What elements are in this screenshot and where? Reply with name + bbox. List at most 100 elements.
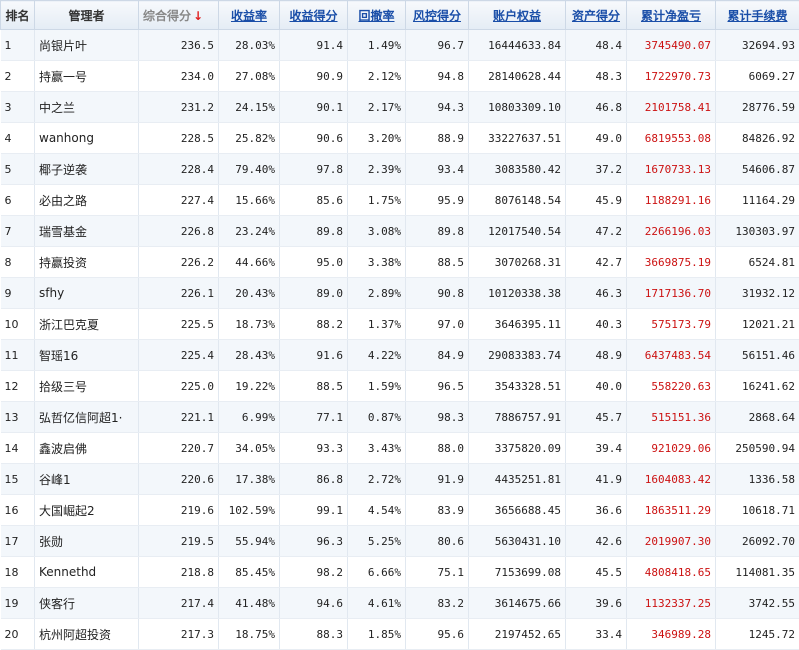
sort-return-rate-link[interactable]: 收益率 (231, 9, 267, 23)
drawdown-cell: 3.08% (348, 216, 406, 247)
net-pnl-cell: 1863511.29 (627, 495, 716, 526)
return-rate-cell: 85.45% (219, 557, 280, 588)
return-score-cell: 85.6 (280, 185, 348, 216)
header-return-score[interactable]: 收益得分 (280, 1, 348, 30)
drawdown-cell: 2.39% (348, 154, 406, 185)
return-rate-cell: 25.82% (219, 123, 280, 154)
return-rate-cell: 55.94% (219, 526, 280, 557)
manager-link[interactable]: 杭州阿超投资 (39, 628, 111, 642)
header-net-pnl[interactable]: 累计净盈亏 (627, 1, 716, 30)
asset-score-cell: 39.4 (566, 433, 627, 464)
header-return-rate[interactable]: 收益率 (219, 1, 280, 30)
manager-link[interactable]: 瑞雪基金 (39, 225, 87, 239)
manager-link[interactable]: 持赢投资 (39, 256, 87, 270)
drawdown-cell: 1.37% (348, 309, 406, 340)
return-score-cell: 99.1 (280, 495, 348, 526)
sort-drawdown-link[interactable]: 回撤率 (358, 9, 394, 23)
manager-link[interactable]: 弘哲亿信阿超1· (39, 411, 122, 425)
manager-cell: 谷峰1 (35, 464, 139, 495)
header-score-label: 综合得分 (143, 9, 191, 23)
rank-cell: 6 (1, 185, 35, 216)
manager-link[interactable]: 谷峰1 (39, 473, 71, 487)
manager-link[interactable]: 大国崛起2 (39, 504, 95, 518)
header-fees[interactable]: 累计手续费 (716, 1, 799, 30)
header-score[interactable]: 综合得分↓ (139, 1, 219, 30)
manager-cell: 瑞雪基金 (35, 216, 139, 247)
header-equity[interactable]: 账户权益 (469, 1, 566, 30)
manager-link[interactable]: Kennethd (39, 565, 96, 579)
manager-cell: 智瑶16 (35, 340, 139, 371)
manager-link[interactable]: sfhy (39, 286, 64, 300)
manager-link[interactable]: 鑫波启佛 (39, 442, 87, 456)
rank-cell: 3 (1, 92, 35, 123)
table-row: 5椰子逆袭228.479.40%97.82.39%93.43083580.423… (1, 154, 799, 185)
manager-link[interactable]: 浙江巴克夏 (39, 318, 99, 332)
table-row: 3中之兰231.224.15%90.12.17%94.310803309.104… (1, 92, 799, 123)
manager-link[interactable]: 椰子逆袭 (39, 163, 87, 177)
manager-link[interactable]: 尚银片叶 (39, 39, 87, 53)
risk-score-cell: 98.3 (406, 402, 469, 433)
fees-cell: 2868.64 (716, 402, 799, 433)
risk-score-cell: 94.8 (406, 61, 469, 92)
net-pnl-cell: 4808418.65 (627, 557, 716, 588)
drawdown-cell: 1.49% (348, 30, 406, 61)
table-row: 4wanhong228.525.82%90.63.20%88.933227637… (1, 123, 799, 154)
fees-cell: 114081.35 (716, 557, 799, 588)
manager-cell: 持赢一号 (35, 61, 139, 92)
return-rate-cell: 102.59% (219, 495, 280, 526)
sort-net-pnl-link[interactable]: 累计净盈亏 (641, 9, 701, 23)
manager-link[interactable]: 侠客行 (39, 597, 75, 611)
rank-cell: 5 (1, 154, 35, 185)
manager-link[interactable]: 拾级三号 (39, 380, 87, 394)
manager-link[interactable]: 中之兰 (39, 101, 75, 115)
asset-score-cell: 48.4 (566, 30, 627, 61)
net-pnl-cell: 575173.79 (627, 309, 716, 340)
return-rate-cell: 28.03% (219, 30, 280, 61)
sort-return-score-link[interactable]: 收益得分 (289, 9, 337, 23)
net-pnl-cell: 1604083.42 (627, 464, 716, 495)
sort-asset-score-link[interactable]: 资产得分 (572, 9, 620, 23)
equity-cell: 10803309.10 (469, 92, 566, 123)
rank-cell: 13 (1, 402, 35, 433)
manager-link[interactable]: wanhong (39, 131, 94, 145)
manager-link[interactable]: 智瑶16 (39, 349, 78, 363)
table-row: 6必由之路227.415.66%85.61.75%95.98076148.544… (1, 185, 799, 216)
score-cell: 225.4 (139, 340, 219, 371)
return-score-cell: 86.8 (280, 464, 348, 495)
fees-cell: 1336.58 (716, 464, 799, 495)
score-cell: 217.4 (139, 588, 219, 619)
equity-cell: 3070268.31 (469, 247, 566, 278)
asset-score-cell: 47.2 (566, 216, 627, 247)
sort-fees-link[interactable]: 累计手续费 (727, 9, 787, 23)
sort-risk-score-link[interactable]: 风控得分 (413, 9, 461, 23)
table-row: 12拾级三号225.019.22%88.51.59%96.53543328.51… (1, 371, 799, 402)
header-risk-score[interactable]: 风控得分 (406, 1, 469, 30)
net-pnl-cell: 1670733.13 (627, 154, 716, 185)
header-row: 排名 管理者 综合得分↓ 收益率 收益得分 回撤率 风控得分 账户权益 资产得分… (1, 1, 799, 30)
net-pnl-cell: 3669875.19 (627, 247, 716, 278)
manager-link[interactable]: 持赢一号 (39, 70, 87, 84)
equity-cell: 12017540.54 (469, 216, 566, 247)
manager-link[interactable]: 张勋 (39, 535, 63, 549)
net-pnl-cell: 1722970.73 (627, 61, 716, 92)
risk-score-cell: 88.5 (406, 247, 469, 278)
rank-cell: 8 (1, 247, 35, 278)
equity-cell: 3646395.11 (469, 309, 566, 340)
risk-score-cell: 89.8 (406, 216, 469, 247)
return-score-cell: 88.5 (280, 371, 348, 402)
return-rate-cell: 15.66% (219, 185, 280, 216)
score-cell: 231.2 (139, 92, 219, 123)
score-cell: 225.5 (139, 309, 219, 340)
manager-cell: 尚银片叶 (35, 30, 139, 61)
drawdown-cell: 3.38% (348, 247, 406, 278)
score-cell: 221.1 (139, 402, 219, 433)
score-cell: 225.0 (139, 371, 219, 402)
manager-link[interactable]: 必由之路 (39, 194, 87, 208)
header-asset-score[interactable]: 资产得分 (566, 1, 627, 30)
risk-score-cell: 94.3 (406, 92, 469, 123)
net-pnl-cell: 1132337.25 (627, 588, 716, 619)
header-drawdown[interactable]: 回撤率 (348, 1, 406, 30)
sort-equity-link[interactable]: 账户权益 (493, 9, 541, 23)
drawdown-cell: 4.22% (348, 340, 406, 371)
drawdown-cell: 1.75% (348, 185, 406, 216)
